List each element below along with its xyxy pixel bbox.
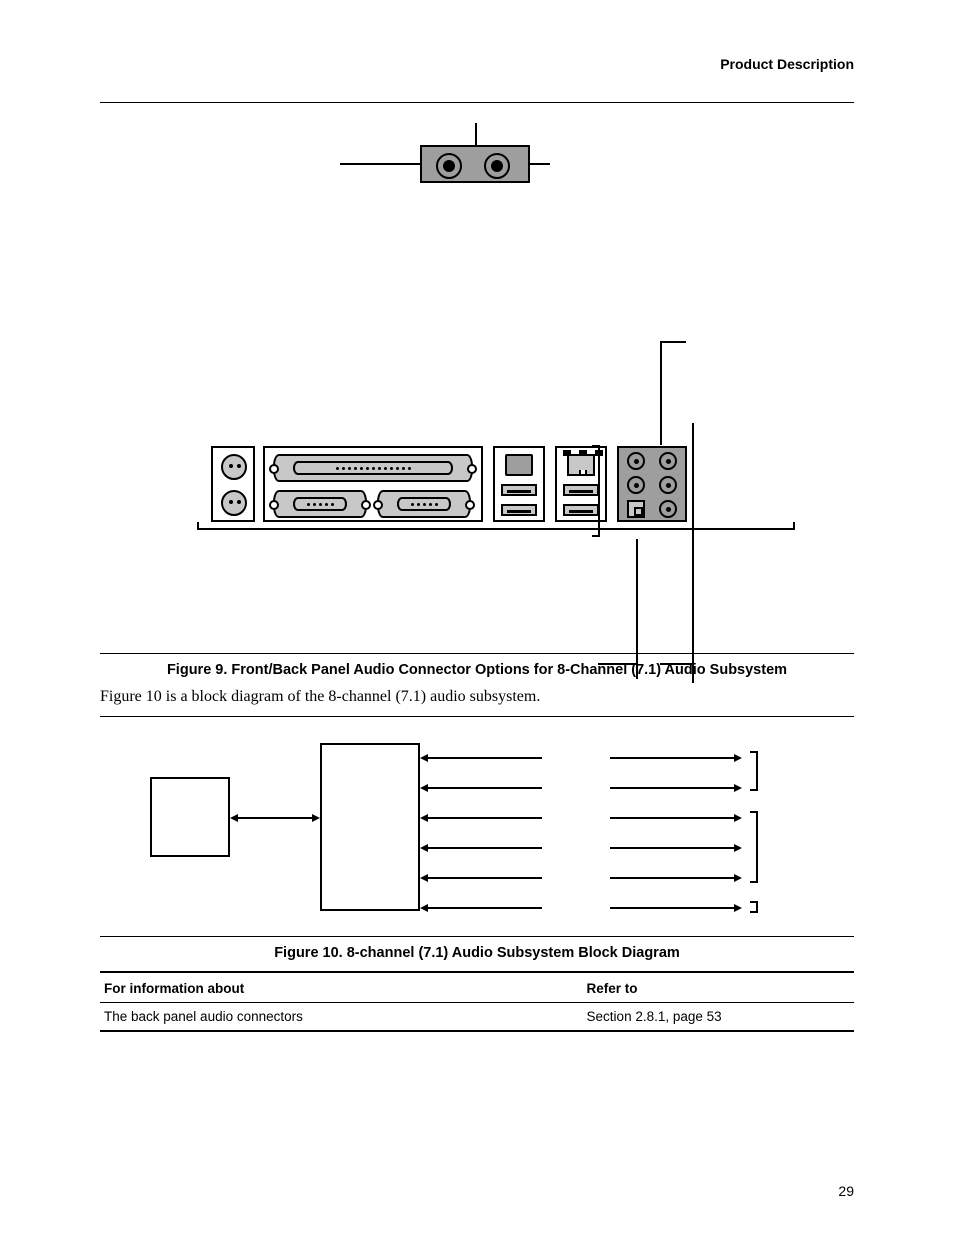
figure-rule bbox=[100, 936, 854, 937]
arrow-out bbox=[610, 907, 740, 909]
table-cell-refer: Section 2.8.1, page 53 bbox=[583, 1003, 854, 1032]
ps2-port-icon bbox=[221, 454, 247, 480]
ps2-port-icon bbox=[221, 490, 247, 516]
back-panel-audio-block bbox=[617, 446, 687, 522]
reference-table: For information about Refer to The back … bbox=[100, 971, 854, 1032]
arrow-in bbox=[422, 907, 542, 909]
figure-9-illustration bbox=[100, 123, 854, 653]
front-audio-module bbox=[420, 145, 530, 183]
back-panel-io bbox=[205, 428, 765, 548]
blank-port-icon bbox=[505, 454, 533, 476]
callout-line bbox=[660, 341, 662, 445]
table-header-refer: Refer to bbox=[583, 972, 854, 1003]
arrow-out bbox=[610, 847, 740, 849]
audio-jack-icon bbox=[484, 153, 510, 179]
serial-port-icon bbox=[273, 490, 367, 518]
front-panel-audio-jacks bbox=[340, 123, 550, 203]
arrow-in bbox=[422, 787, 542, 789]
audio-jack-icon bbox=[659, 500, 677, 518]
block-left bbox=[150, 777, 230, 857]
audio-jack-icon bbox=[627, 452, 645, 470]
table-cell-info: The back panel audio connectors bbox=[100, 1003, 583, 1032]
bracket-icon bbox=[744, 901, 758, 913]
vga-port-icon bbox=[377, 490, 471, 518]
callout-bracket bbox=[590, 445, 600, 537]
ps2-port-stack bbox=[211, 446, 255, 522]
parallel-serial-vga-block bbox=[263, 446, 483, 522]
usb-port-icon bbox=[501, 484, 537, 496]
page-header: Product Description bbox=[100, 56, 854, 72]
arrow-in bbox=[422, 877, 542, 879]
figure-10-block-diagram bbox=[100, 716, 854, 936]
arrow-out bbox=[610, 877, 740, 879]
audio-jack-icon bbox=[659, 476, 677, 494]
callout-line bbox=[660, 663, 694, 665]
callout-line bbox=[636, 539, 638, 679]
header-rule bbox=[100, 102, 854, 103]
arrow-bidirectional bbox=[232, 817, 318, 819]
table-header-info: For information about bbox=[100, 972, 583, 1003]
figure-10-caption: Figure 10. 8-channel (7.1) Audio Subsyst… bbox=[100, 945, 854, 961]
arrow-out bbox=[610, 787, 740, 789]
arrow-in bbox=[422, 757, 542, 759]
usb-block bbox=[493, 446, 545, 522]
block-codec bbox=[320, 743, 420, 911]
table-row: The back panel audio connectors Section … bbox=[100, 1003, 854, 1032]
arrow-out bbox=[610, 817, 740, 819]
bracket-icon bbox=[744, 811, 758, 883]
spdif-optical-icon bbox=[627, 500, 645, 518]
figure-10-intro-text: Figure 10 is a block diagram of the 8-ch… bbox=[100, 688, 854, 706]
audio-jack-icon bbox=[436, 153, 462, 179]
callout-line bbox=[598, 663, 638, 665]
figure-rule bbox=[100, 653, 854, 654]
arrow-in bbox=[422, 847, 542, 849]
parallel-port-icon bbox=[273, 454, 473, 482]
callout-line bbox=[692, 423, 694, 683]
audio-jack-icon bbox=[659, 452, 677, 470]
arrow-out bbox=[610, 757, 740, 759]
audio-jack-icon bbox=[627, 476, 645, 494]
callout-line bbox=[660, 341, 686, 343]
bracket-icon bbox=[744, 751, 758, 791]
arrow-in bbox=[422, 817, 542, 819]
usb-port-icon bbox=[501, 504, 537, 516]
figure-9-caption: Figure 9. Front/Back Panel Audio Connect… bbox=[100, 662, 854, 678]
page-number: 29 bbox=[838, 1183, 854, 1199]
